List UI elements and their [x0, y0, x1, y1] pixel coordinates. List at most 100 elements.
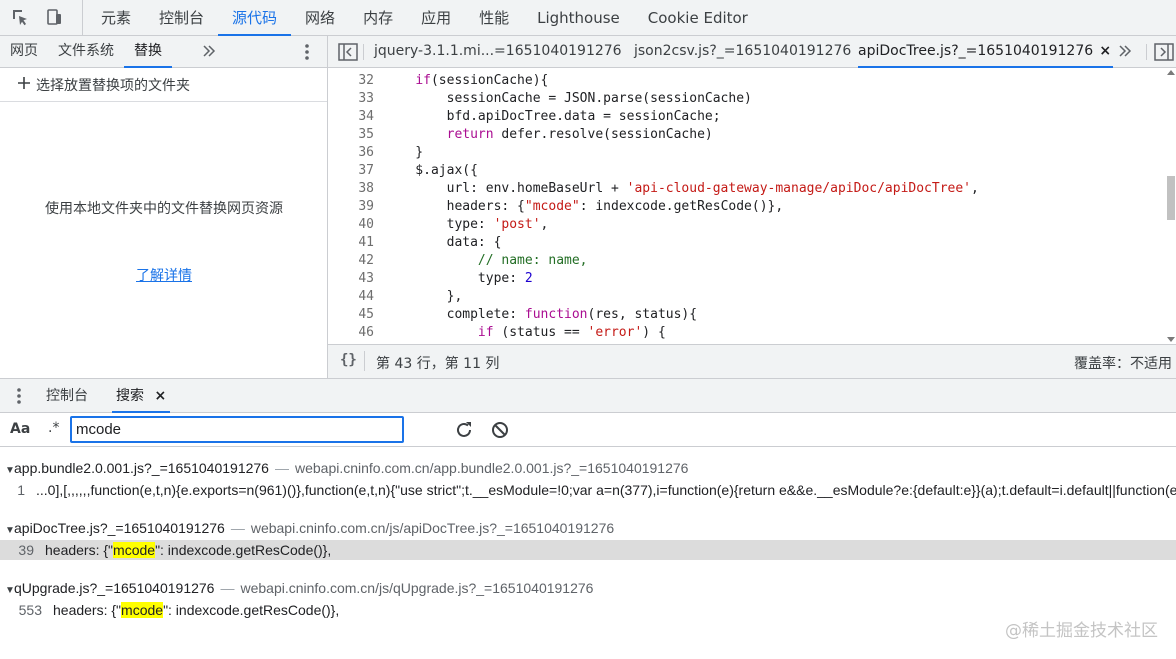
- refresh-icon[interactable]: [455, 421, 473, 443]
- tab-performance[interactable]: 性能: [465, 0, 523, 36]
- tab-console[interactable]: 控制台: [145, 0, 218, 36]
- scroll-thumb[interactable]: [1167, 176, 1175, 220]
- drawer-tab-console[interactable]: 控制台: [46, 379, 88, 413]
- result-file-header[interactable]: ▼apiDocTree.js?_=1651040191276 — webapi.cn…: [0, 518, 614, 538]
- search-toolbar: Aa .*: [0, 413, 1176, 447]
- result-file-name: qUpgrade.js?_=1651040191276: [14, 580, 215, 596]
- line-number[interactable]: 44: [328, 288, 374, 306]
- pretty-print-icon[interactable]: {}: [340, 352, 357, 368]
- code-line[interactable]: 38 url: env.homeBaseUrl + 'api-cloud-gat…: [328, 180, 1168, 198]
- line-number[interactable]: 32: [328, 72, 374, 90]
- line-number[interactable]: 40: [328, 216, 374, 234]
- match-highlight: mcode: [121, 602, 164, 618]
- code-line[interactable]: 45 complete: function(res, status){: [328, 306, 1168, 324]
- line-number[interactable]: 36: [328, 144, 374, 162]
- tab-memory[interactable]: 内存: [349, 0, 407, 36]
- toggle-debugger-icon[interactable]: [1154, 43, 1174, 65]
- result-file-header[interactable]: ▼qUpgrade.js?_=1651040191276 — webapi.cnin…: [0, 578, 593, 598]
- tab-lighthouse[interactable]: Lighthouse: [523, 0, 634, 36]
- tab-filesystem[interactable]: 文件系统: [48, 36, 124, 68]
- expand-triangle-icon[interactable]: ▼: [0, 461, 15, 481]
- result-match-line[interactable]: 553 headers: {"mcode": indexcode.getResCo…: [0, 600, 1176, 620]
- code-text: if (status == 'error') {: [477, 325, 666, 340]
- line-number[interactable]: 39: [328, 198, 374, 216]
- kebab-menu-icon[interactable]: [304, 43, 310, 65]
- file-tab-apidoctree[interactable]: apiDocTree.js?_=1651040191276 ×: [858, 36, 1114, 68]
- file-tab-jquery[interactable]: jquery-3.1.1.mi...=1651040191276: [374, 36, 622, 68]
- code-text: }: [384, 145, 424, 160]
- code-line[interactable]: 40 type: 'post',: [328, 216, 1168, 234]
- editor-scrollbar[interactable]: [1166, 68, 1176, 344]
- tab-cookie-editor[interactable]: Cookie Editor: [634, 0, 762, 36]
- code-line[interactable]: 46 if (status == 'error') {: [328, 324, 1168, 342]
- tab-divider: [363, 44, 364, 60]
- regex-toggle[interactable]: .*: [48, 420, 59, 436]
- line-number[interactable]: 34: [328, 108, 374, 126]
- result-match-line[interactable]: 39 headers: {"mcode": indexcode.getResCod…: [0, 540, 1176, 560]
- tab-network[interactable]: 网络: [291, 0, 349, 36]
- toggle-navigator-icon[interactable]: [338, 43, 358, 65]
- line-number[interactable]: 45: [328, 306, 374, 324]
- result-line-number: 1: [17, 482, 25, 498]
- tab-sources[interactable]: 源代码: [218, 0, 292, 36]
- close-tab-icon[interactable]: ×: [1099, 36, 1111, 67]
- code-line[interactable]: 34 bfd.apiDocTree.data = sessionCache;: [328, 108, 1168, 126]
- result-file-name: app.bundle2.0.001.js?_=1651040191276: [14, 460, 269, 476]
- close-icon[interactable]: ×: [154, 388, 166, 404]
- file-tab-json2csv[interactable]: json2csv.js?_=1651040191276: [634, 36, 851, 68]
- tab-application[interactable]: 应用: [407, 0, 465, 36]
- result-file-url: webapi.cninfo.com.cn/js/qUpgrade.js?_=16…: [240, 580, 594, 596]
- code-text: headers: {"mcode": indexcode.getResCode(…: [384, 199, 784, 214]
- select-folder-label: 选择放置替换项的文件夹: [36, 77, 190, 94]
- status-divider: [364, 351, 365, 371]
- code-text: sessionCache = JSON.parse(sessionCache): [384, 91, 752, 106]
- inspect-element-icon[interactable]: [9, 6, 31, 28]
- line-number[interactable]: 38: [328, 180, 374, 198]
- result-file-header[interactable]: ▼app.bundle2.0.001.js?_=1651040191276 — we…: [0, 458, 688, 478]
- code-line[interactable]: 33 sessionCache = JSON.parse(sessionCach…: [328, 90, 1168, 108]
- editor-panel: jquery-3.1.1.mi...=1651040191276 json2cs…: [328, 36, 1176, 378]
- result-line-number: 553: [18, 602, 42, 618]
- tab-elements[interactable]: 元素: [87, 0, 145, 36]
- tab-overrides[interactable]: 替换: [124, 36, 172, 68]
- double-chevron-right-icon[interactable]: [202, 43, 216, 63]
- code-line[interactable]: 32 if(sessionCache){: [328, 72, 1168, 90]
- code-line[interactable]: 39 headers: {"mcode": indexcode.getResCo…: [328, 198, 1168, 216]
- result-file-name: apiDocTree.js?_=1651040191276: [14, 520, 225, 536]
- line-number[interactable]: 41: [328, 234, 374, 252]
- result-match-line[interactable]: 1 ...0],[,,,,,,function(e,t,n){e.exports=…: [0, 480, 1176, 500]
- editor-status-bar: {} 第 43 行，第 11 列 覆盖率：不适用: [328, 344, 1176, 378]
- line-number[interactable]: 37: [328, 162, 374, 180]
- select-folder-button[interactable]: 选择放置替换项的文件夹: [0, 68, 327, 102]
- scroll-up-icon[interactable]: [1167, 69, 1175, 75]
- code-text: url: env.homeBaseUrl + 'api-cloud-gatewa…: [384, 181, 979, 196]
- code-line[interactable]: 41 data: {: [328, 234, 1168, 252]
- search-input[interactable]: [70, 416, 404, 443]
- scroll-down-icon[interactable]: [1167, 337, 1175, 343]
- expand-triangle-icon[interactable]: ▼: [0, 521, 15, 541]
- code-line[interactable]: 36 }: [328, 144, 1168, 162]
- code-line[interactable]: 35 return defer.resolve(sessionCache): [328, 126, 1168, 144]
- line-number[interactable]: 35: [328, 126, 374, 144]
- line-number[interactable]: 42: [328, 252, 374, 270]
- code-line[interactable]: 42 // name: name,: [328, 252, 1168, 270]
- code-editor[interactable]: 32 if(sessionCache){33 sessionCache = JS…: [328, 68, 1176, 344]
- line-number[interactable]: 43: [328, 270, 374, 288]
- clear-icon[interactable]: [491, 421, 509, 443]
- code-text: // name: name,: [477, 253, 588, 268]
- main-tabs: 元素 控制台 源代码 网络 内存 应用 性能 Lighthouse Cookie…: [82, 0, 762, 36]
- line-number[interactable]: 46: [328, 324, 374, 342]
- match-case-toggle[interactable]: Aa: [10, 421, 30, 437]
- code-line[interactable]: 43 type: 2: [328, 270, 1168, 288]
- learn-more-link[interactable]: 了解详情: [0, 265, 328, 285]
- double-chevron-right-icon[interactable]: [1118, 43, 1132, 63]
- coverage-status: 覆盖率：不适用: [1074, 356, 1172, 372]
- expand-triangle-icon[interactable]: ▼: [0, 581, 15, 601]
- code-line[interactable]: 37 $.ajax({: [328, 162, 1168, 180]
- kebab-menu-icon[interactable]: [16, 387, 22, 409]
- device-toolbar-icon[interactable]: [43, 6, 65, 28]
- tab-page[interactable]: 网页: [0, 36, 48, 68]
- drawer-tab-search[interactable]: 搜索 ×: [112, 379, 171, 413]
- line-number[interactable]: 33: [328, 90, 374, 108]
- code-line[interactable]: 44 },: [328, 288, 1168, 306]
